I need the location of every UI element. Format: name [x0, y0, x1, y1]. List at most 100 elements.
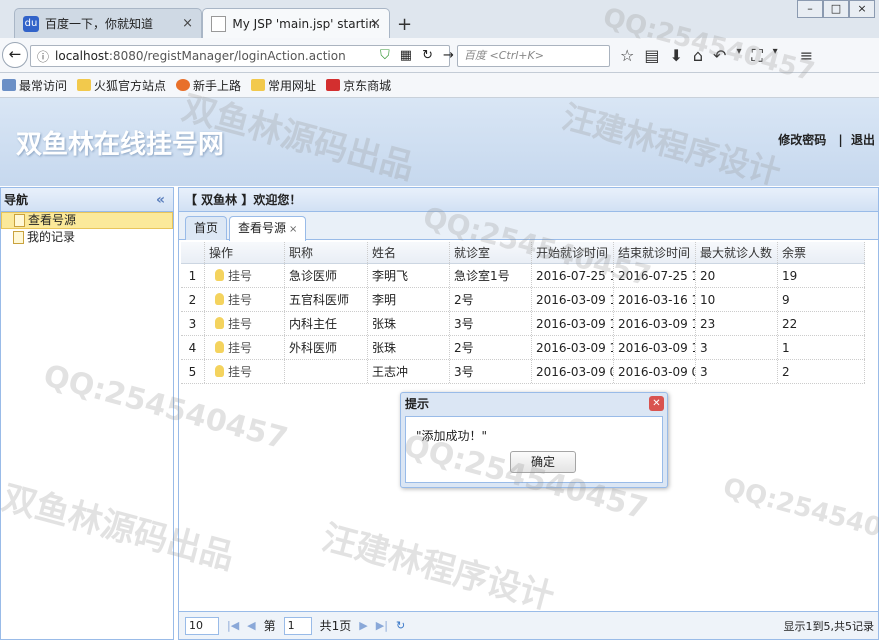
qrcode-icon[interactable]: ▦: [400, 48, 412, 63]
tab-view-sources[interactable]: 查看号源 ×: [229, 216, 307, 241]
table-cell: 2016-03-09 13:: [532, 312, 614, 335]
minimize-icon[interactable]: –: [797, 0, 823, 18]
bookmark-star-icon[interactable]: ☆: [620, 46, 634, 66]
close-window-icon[interactable]: ×: [849, 0, 875, 18]
lightbulb-icon: [215, 365, 224, 377]
table-cell: 22: [778, 312, 865, 335]
dropdown-icon[interactable]: ▾: [773, 46, 778, 66]
nav-item-my-records[interactable]: 我的记录: [1, 229, 173, 246]
forward-icon[interactable]: →: [443, 48, 454, 63]
tab-close-icon[interactable]: ×: [182, 16, 193, 31]
app-header: 双鱼林在线挂号网 修改密码 | 退出: [0, 98, 879, 186]
table-row[interactable]: 5挂号王志冲3号2016-03-09 00:2016-03-09 00:32: [181, 360, 865, 384]
page-icon: [211, 15, 227, 32]
row-number: 1: [181, 264, 205, 287]
column-header[interactable]: 结束就诊时间: [614, 242, 696, 263]
page-number-input[interactable]: 1: [283, 616, 312, 635]
undo-icon[interactable]: ↶: [713, 46, 726, 66]
page-size-select[interactable]: 10: [185, 616, 219, 635]
lightbulb-icon: [215, 341, 224, 353]
menu-icon[interactable]: ≡: [800, 46, 813, 66]
register-action[interactable]: 挂号: [205, 312, 285, 335]
tab-close-icon[interactable]: ×: [370, 16, 381, 31]
tab-close-icon[interactable]: ×: [289, 224, 297, 235]
last-page-icon[interactable]: ▶|: [376, 619, 388, 632]
table-cell: 急诊医师: [285, 264, 368, 287]
bookmark-item[interactable]: 最常访问: [2, 77, 67, 94]
register-action[interactable]: 挂号: [205, 264, 285, 287]
reload-icon[interactable]: ↻: [422, 48, 433, 63]
register-action[interactable]: 挂号: [205, 360, 285, 383]
file-icon: [14, 214, 25, 227]
ok-button[interactable]: 确定: [510, 451, 576, 473]
column-header[interactable]: 余票: [778, 242, 865, 263]
register-link[interactable]: 挂号: [228, 269, 252, 283]
row-number: 4: [181, 336, 205, 359]
lightbulb-icon: [215, 293, 224, 305]
back-icon[interactable]: ←: [2, 42, 28, 68]
dropdown-icon[interactable]: ▾: [736, 46, 741, 66]
page-label: 第: [263, 619, 276, 633]
register-action[interactable]: 挂号: [205, 288, 285, 311]
bookmark-item[interactable]: 新手上路: [176, 77, 241, 94]
reading-list-icon[interactable]: ▤: [644, 46, 659, 66]
search-input[interactable]: 百度 <Ctrl+K>: [457, 45, 610, 67]
column-header[interactable]: 开始就诊时间: [532, 242, 614, 263]
maximize-icon[interactable]: □: [823, 0, 849, 18]
column-header[interactable]: 姓名: [368, 242, 450, 263]
close-icon[interactable]: ✕: [649, 396, 664, 411]
next-page-icon[interactable]: ▶: [359, 619, 367, 632]
dialog-body: "添加成功！" 确定: [405, 416, 663, 483]
register-link[interactable]: 挂号: [228, 365, 252, 379]
window-controls: – □ ×: [797, 0, 875, 18]
crop-icon[interactable]: ⛶: [751, 46, 762, 66]
change-password-link[interactable]: 修改密码: [778, 133, 826, 147]
bookmark-item[interactable]: 常用网址: [251, 77, 316, 94]
table-row[interactable]: 3挂号内科主任张珠3号2016-03-09 13:2016-03-09 15:2…: [181, 312, 865, 336]
browser-tab-title: 百度一下，你就知道: [45, 17, 154, 31]
column-header[interactable]: 最大就诊人数: [696, 242, 778, 263]
table-cell: 2号: [450, 336, 532, 359]
browser-tab-strip: du 百度一下，你就知道 × My JSP 'main.jsp' startin…: [0, 0, 879, 38]
bookmark-item[interactable]: 京东商城: [326, 77, 391, 94]
jd-icon: [326, 79, 341, 91]
register-action[interactable]: 挂号: [205, 336, 285, 359]
bookmark-item[interactable]: 火狐官方站点: [77, 77, 166, 94]
home-icon[interactable]: ⌂: [693, 46, 703, 66]
message-dialog: 提示 ✕ "添加成功！" 确定: [400, 392, 668, 488]
browser-tab-main[interactable]: My JSP 'main.jsp' startin... ×: [202, 8, 390, 38]
table-cell: 2016-03-09 17:: [614, 336, 696, 359]
table-cell: 外科医师: [285, 336, 368, 359]
table-row[interactable]: 4 挂号 外科医师张珠2号2016-03-09 16:2016-03-09 17:3…: [181, 336, 865, 360]
table-cell: 张珠: [368, 336, 450, 359]
prev-page-icon[interactable]: ◀: [247, 619, 255, 632]
table-cell: [285, 360, 368, 383]
download-icon[interactable]: ⬇: [669, 46, 682, 66]
register-link[interactable]: 挂号: [228, 293, 252, 307]
shield-icon[interactable]: ⛉: [380, 48, 390, 63]
register-link[interactable]: 挂号: [228, 317, 252, 331]
table-row[interactable]: 1 挂号 急诊医师李明飞急诊室1号2016-07-25 11:2016-07-25 …: [181, 264, 865, 288]
table-cell: 3: [696, 336, 778, 359]
nav-header: 导航 «: [1, 188, 173, 212]
logout-link[interactable]: 退出: [851, 133, 875, 147]
collapse-icon[interactable]: «: [156, 188, 165, 212]
tab-home[interactable]: 首页: [185, 216, 228, 240]
column-header[interactable]: 就诊室: [450, 242, 532, 263]
browser-tab-baidu[interactable]: du 百度一下，你就知道 ×: [14, 8, 202, 38]
table-header: 操作 职称 姓名 就诊室 开始就诊时间 结束就诊时间 最大就诊人数 余票: [181, 242, 865, 264]
table-row[interactable]: 2 挂号 五官科医师李明2号2016-03-09 14:2016-03-16 14:…: [181, 288, 865, 312]
table-cell: 23: [696, 312, 778, 335]
register-link[interactable]: 挂号: [228, 341, 252, 355]
new-tab-button[interactable]: +: [397, 14, 412, 35]
nav-item-label: 我的记录: [27, 230, 76, 244]
first-page-icon[interactable]: |◀: [227, 619, 239, 632]
dialog-message: "添加成功！": [416, 429, 488, 443]
nav-item-view-sources[interactable]: 查看号源: [1, 212, 173, 229]
column-header[interactable]: 职称: [285, 242, 368, 263]
info-icon[interactable]: ⓘ: [37, 48, 49, 65]
toolbar-icons: ☆ ▤ ⬇ ⌂ ↶ ▾ ⛶ ▾ ≡: [620, 46, 813, 66]
refresh-icon[interactable]: ↻: [396, 619, 405, 632]
url-host: localhost: [55, 49, 109, 63]
column-header[interactable]: 操作: [205, 242, 285, 263]
